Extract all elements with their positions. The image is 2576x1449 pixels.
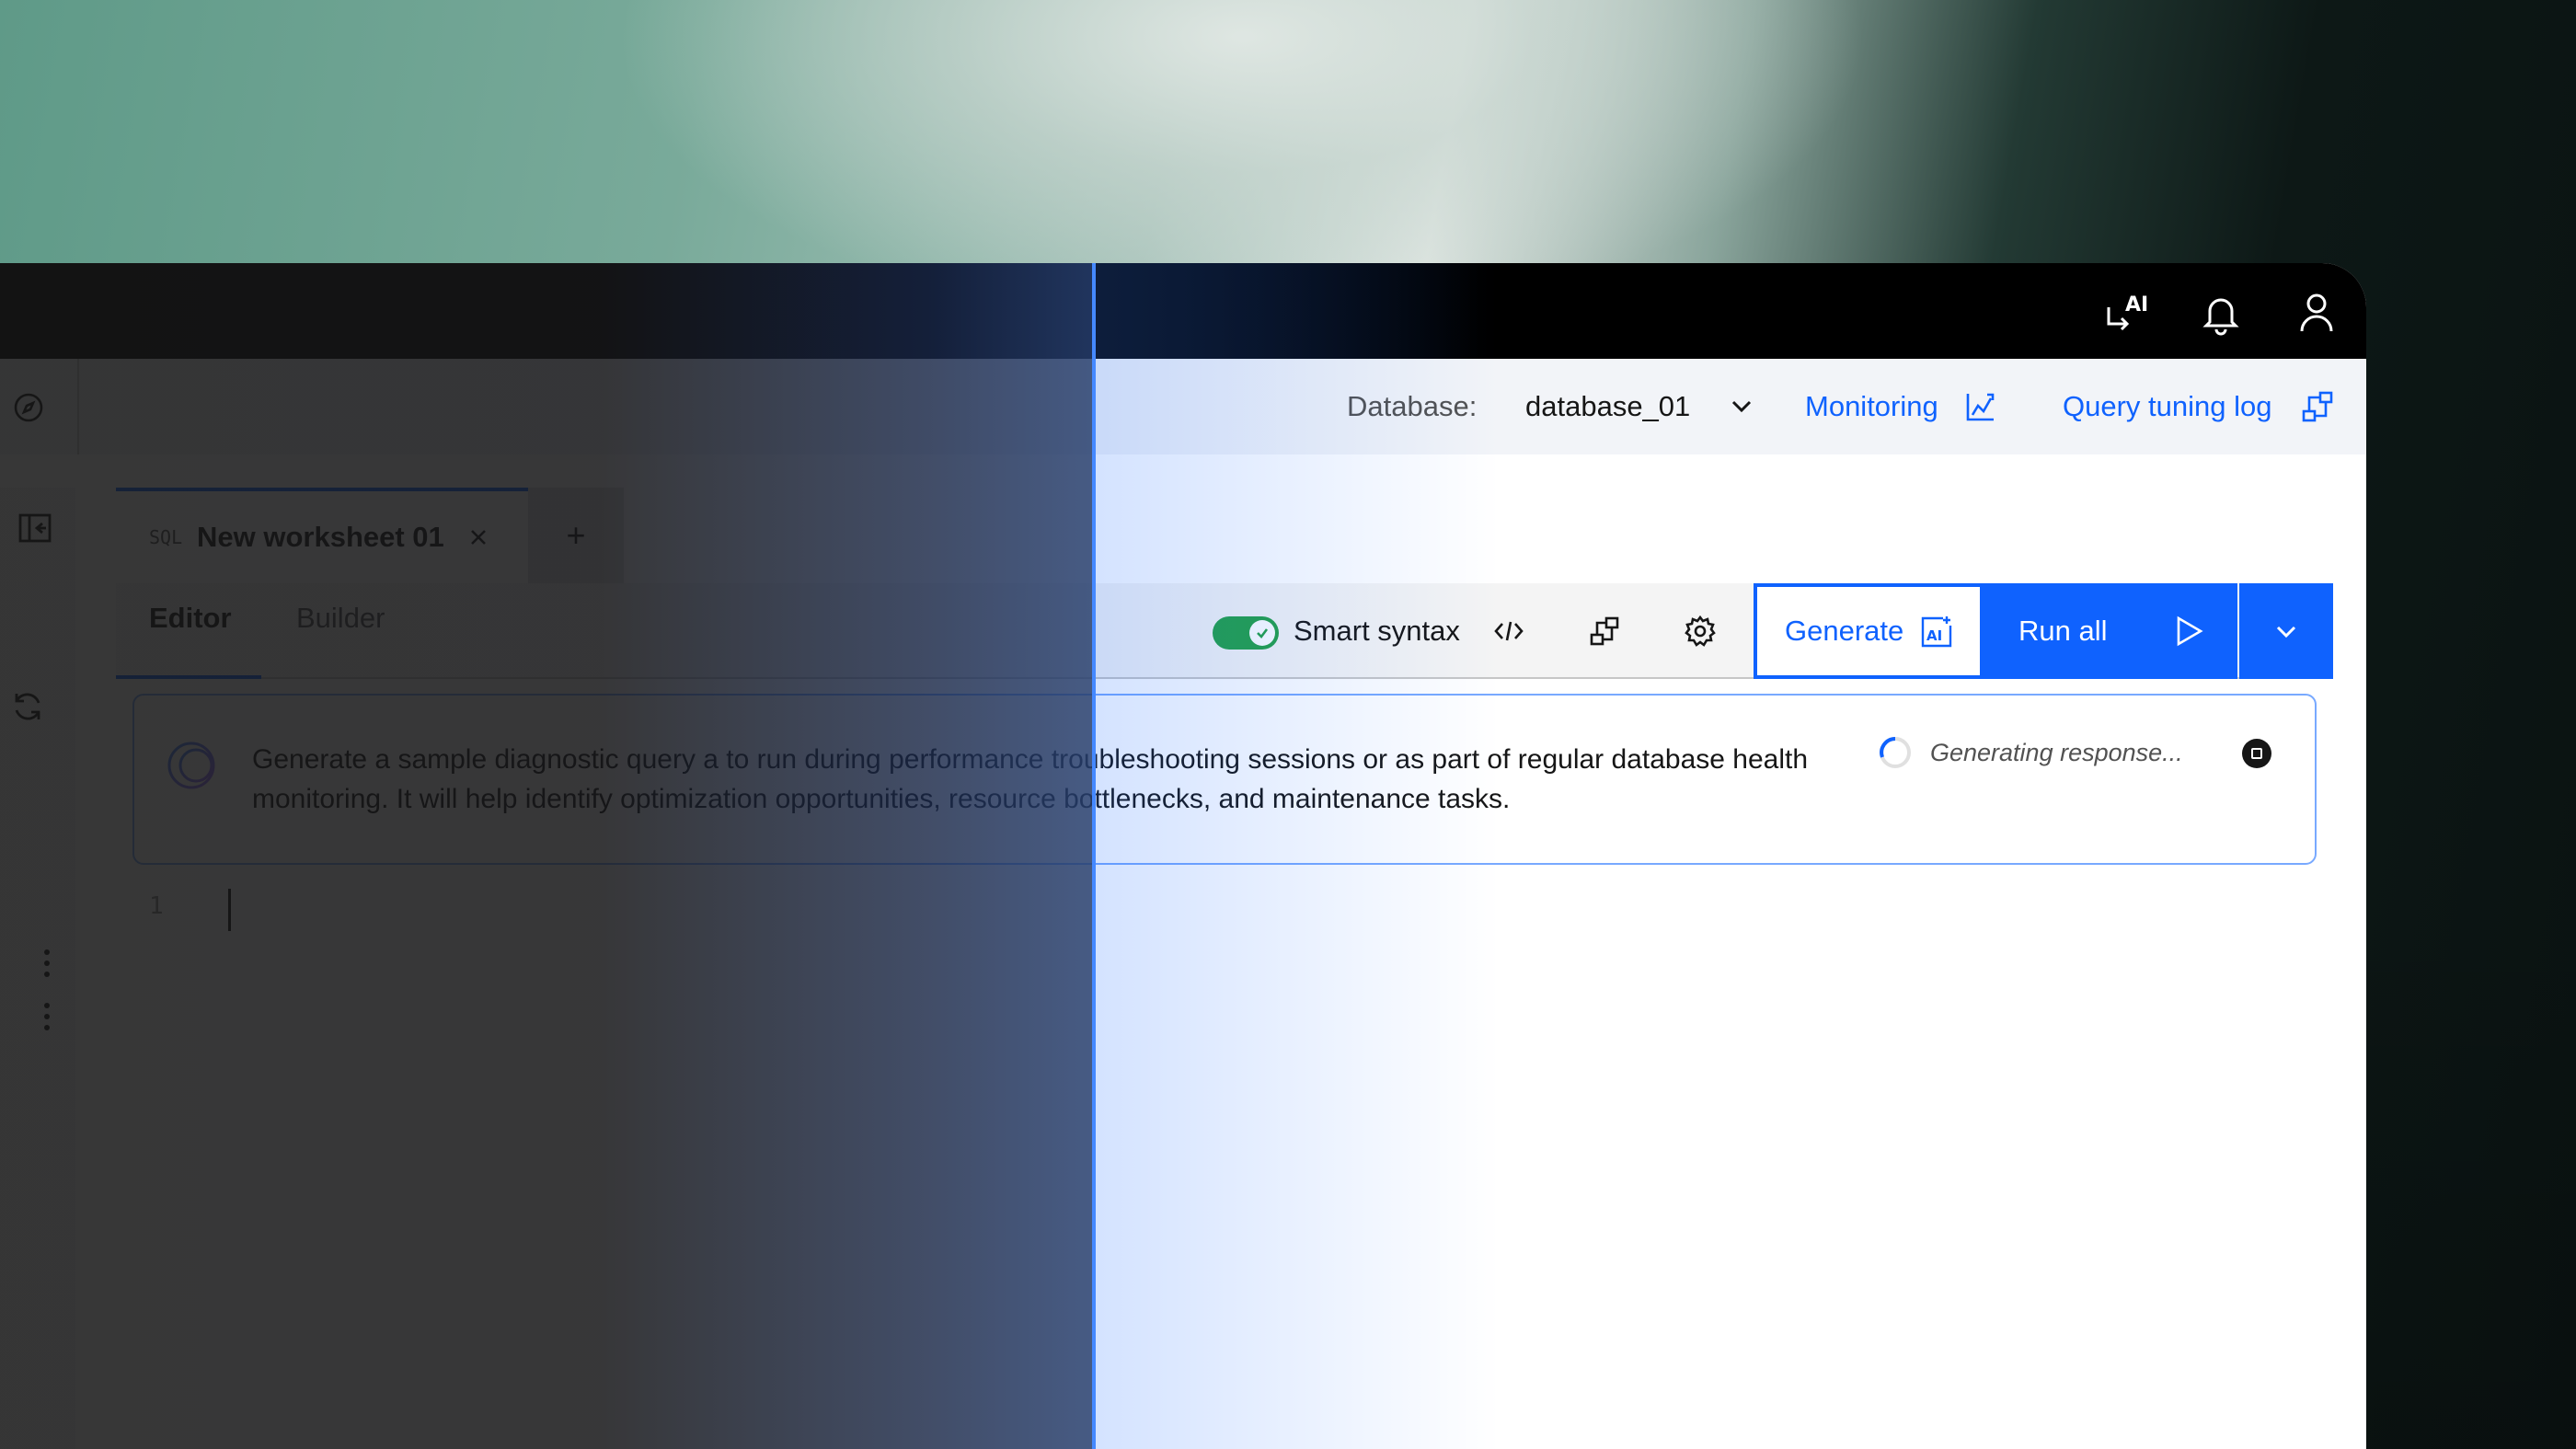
theme-split-divider[interactable] [1092,263,1096,1449]
left-rail [0,488,75,1449]
collapse-panel-icon[interactable] [17,510,53,546]
ai-assistant-icon[interactable]: AI [2101,287,2153,339]
database-bar: Database: database_01 Monitoring Query t… [0,359,2366,454]
explore-rail-cell [0,359,79,454]
overflow-menu-icon-2[interactable] [40,1003,53,1034]
sql-badge: SQL [149,526,183,548]
chevron-down-icon[interactable] [1724,389,1759,424]
worksheet-panel: SQL New worksheet 01 + Editor Builder Sm… [116,488,2333,1449]
ai-logo-icon [166,740,217,791]
prompt-text: Generate a sample diagnostic query a to … [252,744,1809,814]
smart-syntax-label: Smart syntax [1294,615,1460,647]
chevron-down-icon [2276,626,2296,638]
svg-text:AI: AI [1926,627,1942,644]
add-tab-label: + [566,516,586,554]
checkmark-icon [1257,628,1269,638]
monitoring-link[interactable]: Monitoring [1805,359,1938,454]
code-icon[interactable] [1492,615,1525,648]
run-all-label: Run all [2018,615,2108,647]
active-tab-indicator [116,675,261,679]
text-cursor [228,889,231,931]
loading-spinner-icon [1877,734,1914,771]
worksheet-tab-title: New worksheet 01 [197,521,444,553]
app-window: AI Database: database_01 Monitoring Quer… [0,263,2366,1449]
database-select-value[interactable]: database_01 [1525,359,1690,454]
run-all-button[interactable]: Run all [1984,583,2237,679]
top-header-bar: AI [0,263,2366,359]
tab-builder[interactable]: Builder [296,583,385,679]
run-options-button[interactable] [2239,583,2333,679]
settings-icon[interactable] [1684,615,1717,648]
ai-prompt-card: Generate a sample diagnostic query a to … [132,694,2317,865]
notification-icon[interactable] [2195,287,2247,339]
worksheet-tab[interactable]: SQL New worksheet 01 [116,488,528,583]
stop-icon[interactable] [2241,738,2272,769]
refresh-icon[interactable] [9,688,46,725]
close-icon[interactable] [466,524,491,550]
user-icon[interactable] [2291,287,2342,339]
play-icon [2173,615,2204,648]
overflow-menu-icon[interactable] [40,949,53,981]
tab-editor[interactable]: Editor [149,583,232,679]
line-number: 1 [149,892,164,920]
query-tuning-log-link[interactable]: Query tuning log [2063,359,2271,454]
smart-syntax-toggle[interactable] [1213,616,1279,650]
database-label: Database: [1347,390,1478,422]
compass-icon[interactable] [13,392,44,423]
chart-icon[interactable] [1963,389,1998,424]
editor-toolbar: Editor Builder Smart syntax Generate AI … [116,583,2333,679]
ai-generate-icon: AI [1919,615,1954,650]
generate-button[interactable]: Generate AI [1754,583,1984,679]
add-tab-button[interactable]: + [528,488,624,583]
generate-label: Generate [1785,615,1904,647]
svg-text:AI: AI [2125,293,2148,316]
flow-icon[interactable] [2300,389,2335,424]
code-editor[interactable]: 1 [116,885,2333,1449]
data-flow-icon[interactable] [1588,615,1621,648]
toggle-knob [1249,620,1275,646]
generating-status: Generating response... [1930,739,2183,766]
